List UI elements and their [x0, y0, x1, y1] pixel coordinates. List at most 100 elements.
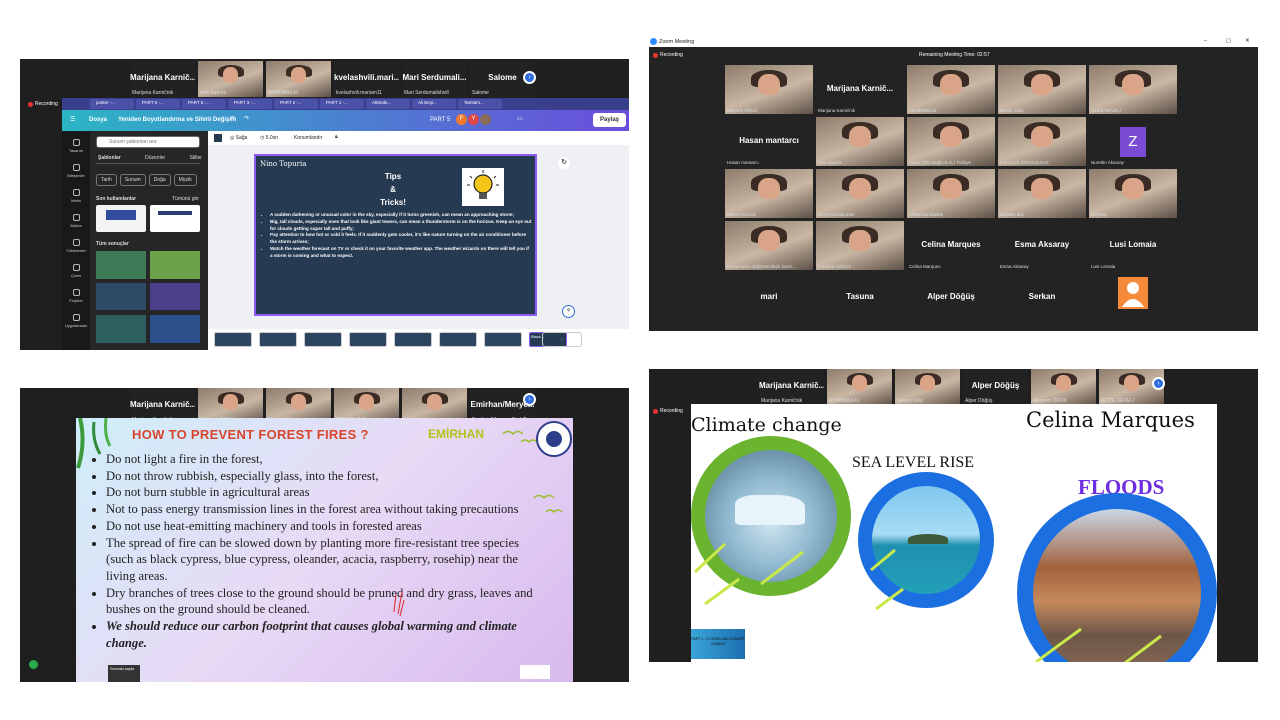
next-page-tooltip[interactable]: Sonraki sayfa: [108, 665, 140, 682]
filter-chip[interactable]: Sunum: [119, 174, 146, 186]
page-thumbnail[interactable]: [214, 332, 252, 347]
participant-tile[interactable]: ADMİNlibi141: [266, 61, 331, 97]
participant-tile[interactable]: Celina Marques Celina Marques: [907, 221, 995, 270]
participant-tile[interactable]: Z Nurettin Aksaray: [1089, 117, 1177, 166]
participant-tile[interactable]: nino topuria: [816, 117, 904, 166]
browser-tab[interactable]: Attende...: [366, 99, 410, 109]
participant-tile[interactable]: nino topuria: [198, 61, 263, 97]
next-participants-button[interactable]: ›: [1152, 377, 1165, 390]
sidebar-item[interactable]: Yüklemeler: [62, 237, 90, 262]
filter-chip[interactable]: Müzik: [173, 174, 197, 186]
template-thumb[interactable]: [150, 251, 200, 279]
pen-tool-icon[interactable]: [29, 660, 38, 669]
position-button[interactable]: Konumlandır: [294, 135, 322, 141]
participant-tile[interactable]: Hasan mantarcı Hasan mantarcı: [725, 117, 813, 166]
participant-tile[interactable]: Gül Cicek ZONGULDAK: [998, 117, 1086, 166]
participant-tile[interactable]: [1089, 273, 1177, 322]
redo-icon[interactable]: ↷: [244, 115, 249, 122]
page-thumbnail[interactable]: [484, 332, 522, 347]
participant-tile[interactable]: Esma Aksaray Esma Aksaray: [998, 221, 1086, 270]
filter-chip[interactable]: Tarih: [96, 174, 117, 186]
participant-tile[interactable]: Serkan: [998, 273, 1086, 322]
template-thumb[interactable]: [150, 283, 200, 310]
participant-tile[interactable]: Mari Serdumali... Mari Serdumalishvili: [402, 61, 467, 97]
panel-tab[interactable]: Düzenler: [145, 155, 165, 161]
template-thumb[interactable]: [96, 315, 146, 343]
participant-tile[interactable]: Leyla Çiftci Bağlıca AL/ Türkiye: [907, 117, 995, 166]
page-thumbnail[interactable]: [304, 332, 342, 347]
participant-tile[interactable]: Meryem ÖRÜK: [1031, 369, 1096, 405]
sidebar-item[interactable]: Bileşenler: [62, 162, 90, 187]
participant-tile[interactable]: Melek Durmaz: [725, 169, 813, 218]
participant-tile[interactable]: AZİZE DEVELİ: [1089, 65, 1177, 114]
see-all-link[interactable]: Tümünü gör: [172, 196, 199, 202]
participant-tile[interactable]: Meryem ÖRÜK: [725, 65, 813, 114]
slide-forest-fires[interactable]: HOW TO PREVENT FOREST FIRES ? EMİRHAN Do…: [76, 418, 573, 682]
panel-tab[interactable]: Şablonlar: [98, 155, 121, 161]
page-name[interactable]: PART 5: [430, 117, 450, 123]
browser-tab[interactable]: PART 2 -...: [274, 99, 318, 109]
sidebar-item[interactable]: Tasarım: [62, 137, 90, 162]
browser-tab[interactable]: Ali Beşi...: [412, 99, 456, 109]
recent-template-thumb[interactable]: [150, 205, 200, 232]
share-button[interactable]: Paylaş: [593, 113, 626, 127]
participant-tile[interactable]: Zeynep: [1089, 169, 1177, 218]
participant-tile[interactable]: ADMİNlibi141: [827, 369, 892, 405]
slide-tips-tricks[interactable]: Nino Topuria Tips & Tricks! A sudden dar…: [254, 154, 537, 316]
participant-tile[interactable]: barbare avs: [998, 169, 1086, 218]
participant-tile[interactable]: Sevinç Kılıç: [895, 369, 960, 405]
doc-title[interactable]: Yeniden Boyutlandırma ve Sihirli Değişim: [118, 117, 236, 123]
browser-tab[interactable]: PART 5 -...: [182, 99, 226, 109]
participant-tile[interactable]: Lusi Lomaia Lusi Lomaia: [1089, 221, 1177, 270]
panel-tab[interactable]: Stiller: [189, 155, 202, 161]
minimize-button[interactable]: –: [1204, 38, 1207, 44]
slide-climate-change[interactable]: Climate change Celina Marques SEA LEVEL …: [691, 404, 1217, 662]
lock-icon[interactable]: 🔒︎: [335, 134, 338, 140]
add-page-button[interactable]: +: [542, 332, 582, 347]
sidebar-item[interactable]: Çizim: [62, 262, 90, 287]
participant-tile[interactable]: Sevinç Kılıç: [998, 65, 1086, 114]
participant-tile[interactable]: Marijana Karnič...Marijana Karničnik: [816, 65, 904, 114]
template-search-input[interactable]: [96, 136, 200, 148]
page-thumbnail[interactable]: [439, 332, 477, 347]
browser-tab[interactable]: PART 5 -...: [136, 99, 180, 109]
next-participants-button[interactable]: ›: [523, 71, 536, 84]
menu-icon[interactable]: ☰: [70, 116, 75, 123]
participant-tile[interactable]: Tasuna: [816, 273, 904, 322]
participant-tile[interactable]: kvelashvili.mari... kvelashvili.mariam11: [334, 61, 399, 97]
browser-tab[interactable]: PART 1 -...: [320, 99, 364, 109]
timing-button[interactable]: ◷ 5.0sn: [260, 135, 278, 141]
maximize-button[interactable]: ▢: [1226, 38, 1231, 44]
next-participants-button[interactable]: ›: [523, 393, 536, 406]
sidebar-item[interactable]: Marka: [62, 212, 90, 237]
browser-tab[interactable]: poster -...: [90, 99, 134, 109]
refresh-icon[interactable]: ↻: [558, 157, 570, 169]
participant-tile[interactable]: Ekaterina kiladze: [907, 169, 995, 218]
participant-tile[interactable]: Marijana Karnič...Marijana Karničnik: [130, 61, 195, 97]
template-thumb[interactable]: [96, 283, 146, 310]
color-swatch[interactable]: [214, 134, 222, 142]
present-icon[interactable]: ▭: [517, 115, 523, 122]
browser-tab[interactable]: Tamtam...: [458, 99, 502, 109]
page-thumbnail[interactable]: [259, 332, 297, 347]
page-thumbnail[interactable]: [349, 332, 387, 347]
participant-tile[interactable]: ADMİNlibi141: [907, 65, 995, 114]
template-thumb[interactable]: [96, 251, 146, 279]
participant-tile[interactable]: Marijana Karnič...Marijana Karničnik: [759, 369, 824, 405]
participant-tile[interactable]: Alper Döğüş: [907, 273, 995, 322]
participant-tile[interactable]: Derya Karaduman: [816, 169, 904, 218]
animate-button[interactable]: ◎ Sağa: [230, 135, 247, 141]
sidebar-item[interactable]: Projeler: [62, 287, 90, 312]
sidebar-item[interactable]: Uygulamalar: [62, 312, 90, 337]
undo-icon[interactable]: ↶: [230, 115, 235, 122]
participant-tile[interactable]: Alper Döğüş Alper Döğüş: [963, 369, 1028, 405]
file-menu[interactable]: Dosya: [89, 117, 107, 123]
sidebar-item[interactable]: Metin: [62, 187, 90, 212]
recent-template-thumb[interactable]: [96, 205, 146, 232]
page-thumbnail[interactable]: [394, 332, 432, 347]
browser-tab[interactable]: PART 3 -...: [228, 99, 272, 109]
participant-tile[interactable]: mari: [725, 273, 813, 322]
magic-icon[interactable]: ✧: [562, 305, 575, 318]
close-button[interactable]: ✕: [1245, 38, 1250, 44]
participant-tile[interactable]: mariana mikhuni: [816, 221, 904, 270]
